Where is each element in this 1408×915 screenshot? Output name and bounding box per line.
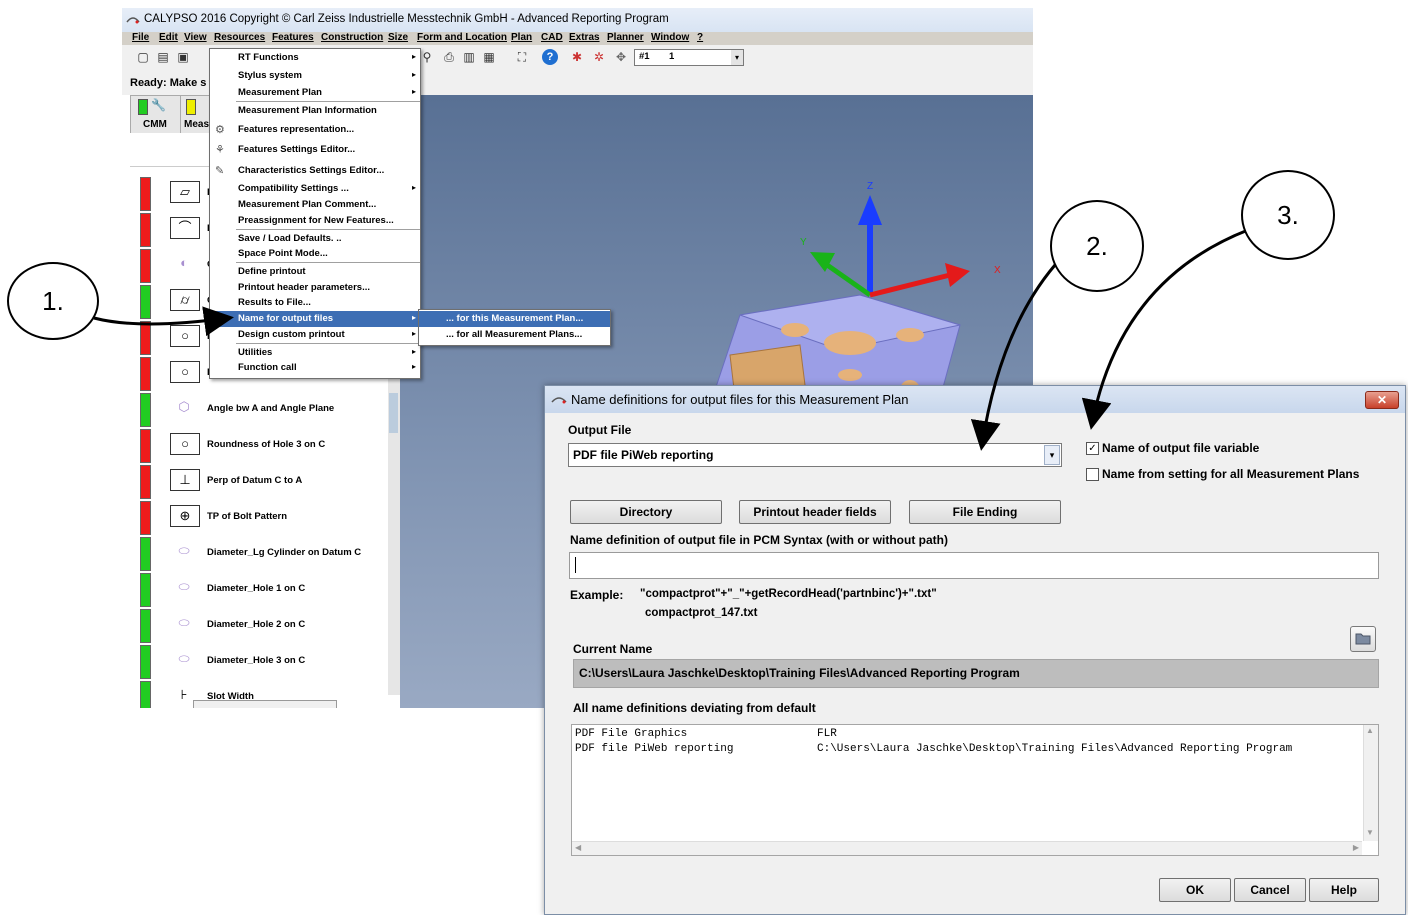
callout-2: 2. [1050,200,1144,292]
callout-arrows [93,228,1249,451]
callout-3: 3. [1241,170,1335,260]
callout-1: 1. [7,262,99,340]
